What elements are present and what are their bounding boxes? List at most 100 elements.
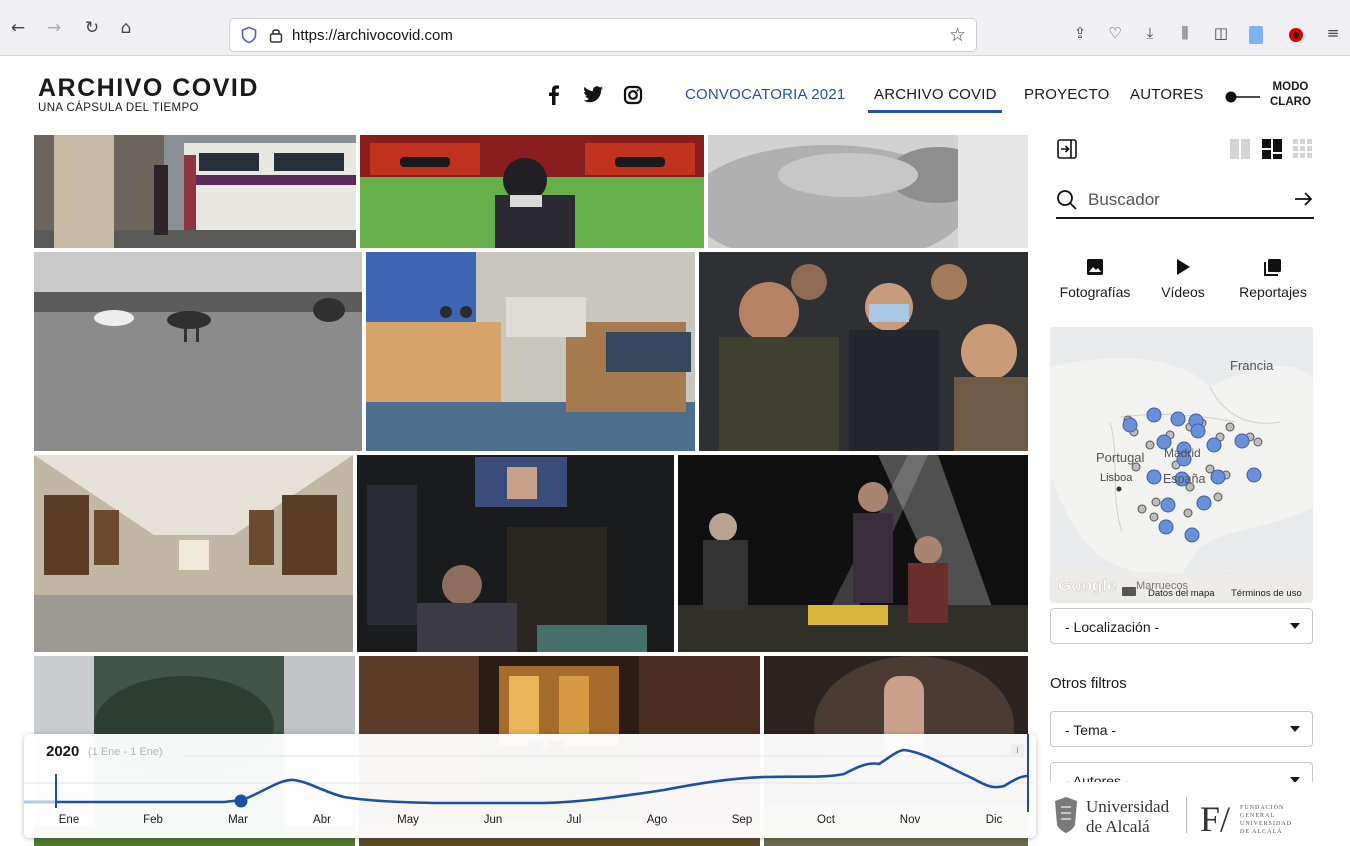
map-label-portugal: Portugal [1096,450,1145,465]
timeline-panel[interactable]: 2020 (1 Ene - 1 Ene) i Ene Feb Mar Abr M… [24,734,1036,838]
location-map[interactable]: Francia Portugal Madrid España Lisboa Ma… [1050,327,1313,603]
month-label[interactable]: Ene [59,814,79,826]
menu-icon[interactable]: ≡ [1322,22,1344,44]
month-label[interactable]: Ago [647,814,667,826]
svg-text:GENERAL: GENERAL [1240,813,1275,819]
sidebar-toggle-icon[interactable]: ◫ [1210,22,1232,44]
bookmark-star-icon[interactable]: ☆ [949,24,966,46]
forward-icon[interactable]: → [42,16,66,40]
mode-toggle-switch[interactable] [1224,90,1262,104]
view-mosaic-icon[interactable] [1262,139,1282,159]
timeline-activity-line [56,748,1029,805]
photo-crowd-masks[interactable] [699,252,1028,451]
downloads-icon[interactable]: ⤓ [1139,22,1161,44]
month-label[interactable]: Jul [567,814,582,826]
google-logo: Google [1058,576,1117,595]
photo-press-conference[interactable] [366,252,695,451]
photo-train-platform[interactable] [34,135,356,248]
search-icon[interactable] [1056,189,1078,211]
pocket-icon[interactable]: ♡ [1104,22,1126,44]
collapse-sidebar-icon[interactable] [1056,138,1078,160]
authors-select[interactable]: - Autores - [1050,762,1313,782]
browser-toolbar: ← → ↻ ⌂ https://archivocovid.com ☆ ⇪ ♡ ⤓… [0,0,1350,56]
svg-text:UNIVERSIDAD: UNIVERSIDAD [1240,821,1292,827]
reload-icon[interactable]: ↻ [80,16,104,40]
nav-autores[interactable]: AUTORES [1130,86,1204,103]
photo-museum-gallery[interactable] [34,455,353,652]
url-text[interactable]: https://archivocovid.com [292,27,453,44]
other-filters-heading: Otros filtros [1050,675,1127,692]
photo-baby-feet[interactable] [708,135,1028,248]
map-label-espana: España [1163,472,1205,486]
media-filter-photos[interactable]: Fotografías [1050,258,1140,300]
map-label-francia: Francia [1230,358,1274,373]
chevron-down-icon [1290,726,1300,732]
twitter-icon[interactable] [582,84,604,106]
image-icon [1087,259,1103,275]
chevron-down-icon [1290,623,1300,629]
back-icon[interactable]: ← [6,16,30,40]
month-label[interactable]: Dic [986,814,1003,826]
home-icon[interactable]: ⌂ [114,16,138,40]
month-label[interactable]: Mar [228,814,248,826]
svg-text:F/: F/ [1200,799,1230,837]
address-bar[interactable]: https://archivocovid.com ☆ [229,18,977,52]
extensions-icon[interactable]: ⇪ [1069,22,1091,44]
photo-man-tv-bar[interactable] [357,455,674,652]
photo-chinese-food-mask[interactable] [360,135,704,248]
location-select[interactable]: - Localización - [1050,608,1313,644]
reader-icon[interactable] [1245,24,1267,46]
timeline-year[interactable]: 2020 [46,743,79,760]
mode-label[interactable]: MODO CLARO [1270,80,1311,110]
svg-text:DE ALCALÁ: DE ALCALÁ [1240,827,1283,835]
keyboard-icon[interactable] [1122,587,1136,596]
photo-horses-field[interactable] [34,252,362,451]
search-submit-arrow-icon[interactable] [1292,188,1314,210]
svg-text:FUNDACIÓN: FUNDACIÓN [1240,803,1284,811]
month-label[interactable]: Feb [143,814,163,826]
lock-icon[interactable] [267,26,285,44]
map-label-madrid: Madrid [1164,446,1201,460]
record-extension-icon[interactable] [1285,24,1307,46]
nav-archivo-covid[interactable]: ARCHIVO COVID [874,86,997,103]
stack-icon [1264,259,1281,276]
facebook-icon[interactable] [543,84,565,106]
nav-proyecto[interactable]: PROYECTO [1024,86,1110,103]
shield-icon[interactable] [240,26,258,44]
month-label[interactable]: Sep [732,814,752,826]
map-terms-link[interactable]: Términos de uso [1231,588,1302,599]
media-filter-reports[interactable]: Reportajes [1228,258,1318,300]
search-box [1056,185,1314,219]
library-icon[interactable]: ⫼ [1174,22,1196,44]
browser-window: ← → ↻ ⌂ https://archivocovid.com ☆ ⇪ ♡ ⤓… [0,0,1350,846]
svg-text:de Alcalá: de Alcalá [1086,817,1150,836]
map-data-link[interactable]: Datos del mapa [1148,588,1215,599]
map-canvas[interactable]: Francia Portugal Madrid España Lisboa Ma… [1050,327,1313,603]
month-label[interactable]: Oct [817,814,835,826]
info-icon[interactable]: i [1011,744,1024,757]
media-filter-videos[interactable]: Vídeos [1138,258,1228,300]
svg-text:Universidad: Universidad [1086,797,1170,816]
universidad-alcala-logo[interactable]: Universidad de Alcalá [1052,795,1182,837]
month-label[interactable]: Abr [313,814,331,826]
map-label-lisboa: Lisboa [1100,472,1133,484]
topic-select[interactable]: - Tema - [1050,711,1313,747]
play-icon [1177,259,1190,275]
site-title[interactable]: ARCHIVO COVID [38,74,259,103]
nav-convocatoria[interactable]: CONVOCATORIA 2021 [685,86,845,103]
month-label[interactable]: May [397,814,419,826]
chevron-down-icon [1290,777,1300,782]
timeline-chart[interactable] [24,734,1036,838]
search-input[interactable] [1088,187,1288,213]
timeline-handle[interactable] [234,794,248,808]
timeline-range: (1 Ene - 1 Ene) [88,746,163,758]
lisboa-dot [1116,486,1122,492]
instagram-icon[interactable] [622,84,644,106]
month-label[interactable]: Nov [900,814,920,826]
photo-concert-stage[interactable] [678,455,1028,652]
fundacion-general-logo[interactable]: F/ FUNDACIÓN GENERAL UNIVERSIDAD DE ALCA… [1200,797,1310,837]
month-label[interactable]: Jun [484,814,503,826]
view-columns-icon[interactable] [1230,139,1250,159]
site-subtitle: UNA CÁPSULA DEL TIEMPO [38,102,199,114]
view-grid-icon[interactable] [1293,139,1313,159]
